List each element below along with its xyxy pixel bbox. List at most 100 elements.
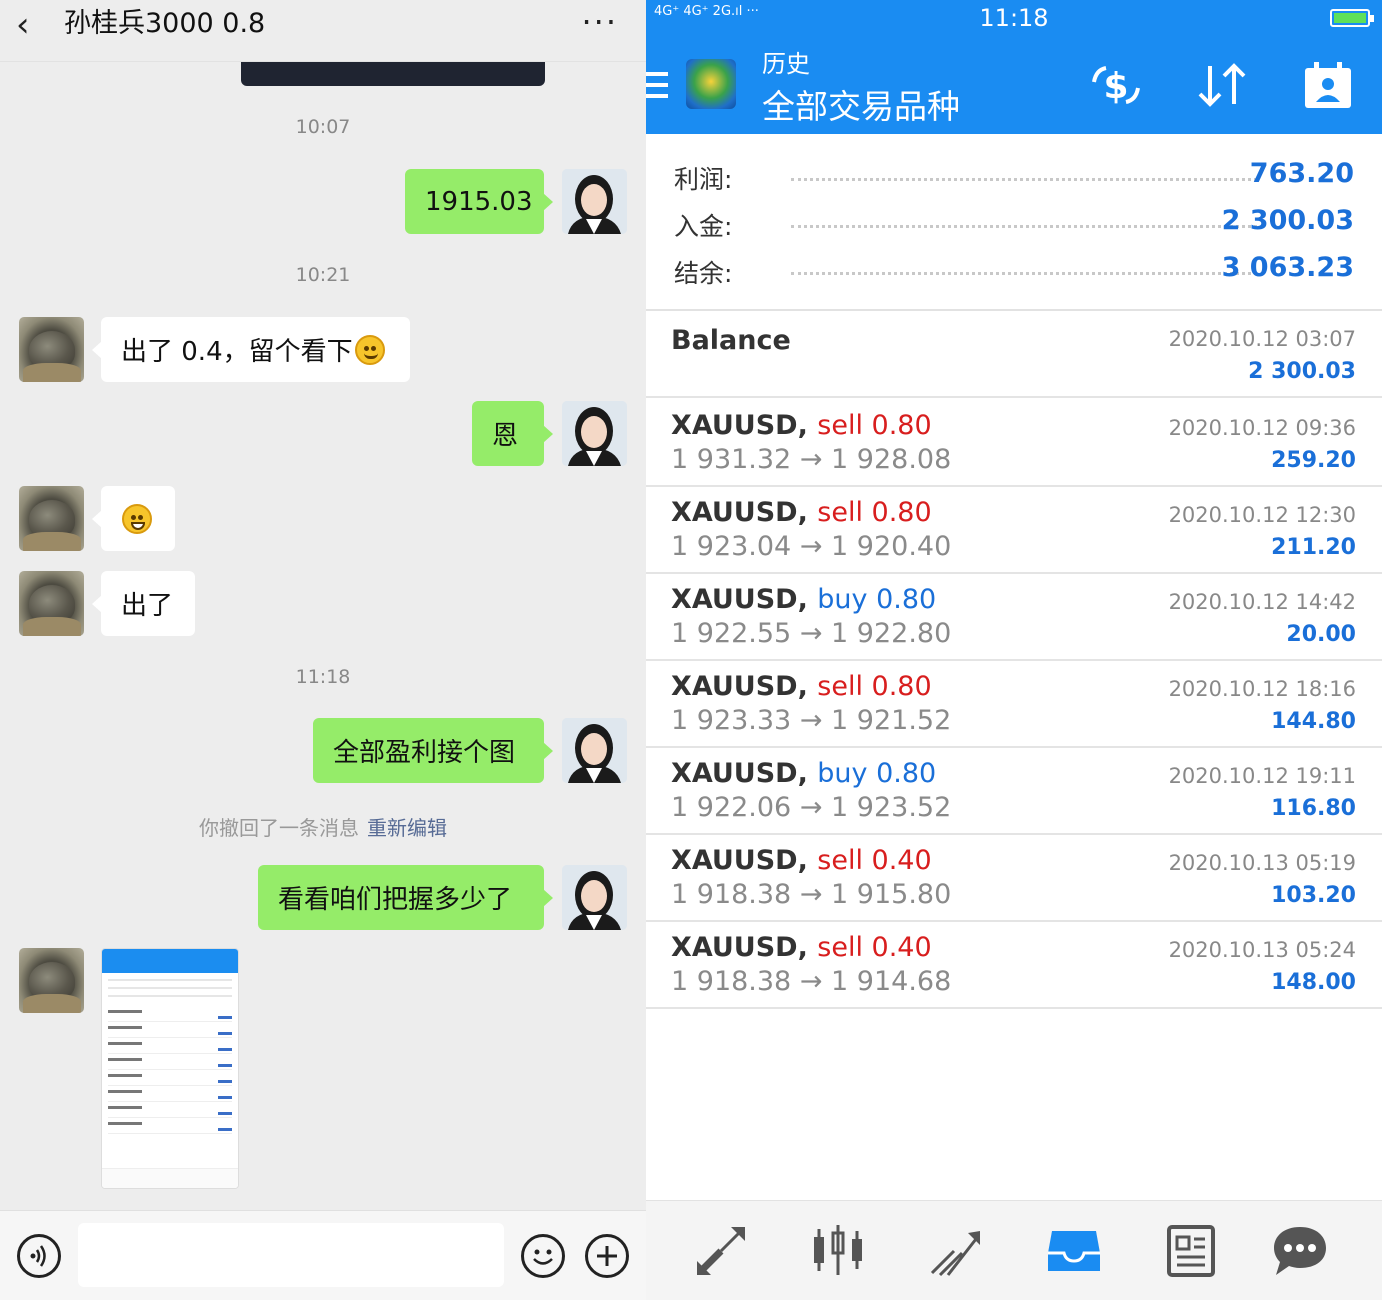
message-bubble-sent[interactable]: 看看咱们把握多少了 <box>258 865 553 930</box>
deal-symbol: XAUUSD, sell 0.40 <box>671 845 932 876</box>
summary-label: 利润: <box>674 165 733 194</box>
my-avatar[interactable] <box>562 401 627 466</box>
message-text: 出了 0.4，留个看下 <box>121 337 353 367</box>
recall-notice: 你撤回了一条消息 重新编辑 <box>0 812 646 841</box>
deal-profit: 103.20 <box>1271 883 1356 908</box>
deal-prices: 1 918.38 → 1 915.80 <box>671 879 952 910</box>
message-text: 全部盈利接个图 <box>333 738 516 768</box>
toolbar-subtitle: 历史 <box>762 50 810 78</box>
woman-portrait-icon <box>562 718 627 783</box>
deal-prices: 1 923.04 → 1 920.40 <box>671 531 952 562</box>
balance-row[interactable]: Balance 2020.10.12 03:07 2 300.03 <box>646 311 1382 398</box>
my-avatar[interactable] <box>562 718 627 783</box>
quotes-arrows-icon[interactable] <box>691 1223 751 1279</box>
currency-exchange-icon[interactable]: $ <box>1086 60 1146 110</box>
contact-avatar[interactable] <box>19 571 84 636</box>
app-logo-icon <box>686 59 736 109</box>
chat-bubble-icon[interactable] <box>1270 1223 1330 1279</box>
deal-prices: 1 931.32 → 1 928.08 <box>671 444 952 475</box>
status-time: 11:18 <box>979 4 1049 32</box>
summary-value: 2 300.03 <box>1221 205 1354 236</box>
deal-profit: 148.00 <box>1271 970 1356 995</box>
deal-direction: buy 0.80 <box>817 758 937 789</box>
message-bubble-sent[interactable]: 恩 <box>472 401 553 466</box>
deal-direction: sell 0.40 <box>817 845 932 876</box>
deal-time: 2020.10.12 12:30 <box>1168 503 1356 527</box>
hamburger-menu-icon[interactable] <box>646 72 668 102</box>
message-bubble-received[interactable]: 出了 <box>92 571 195 636</box>
message-input[interactable] <box>78 1223 504 1287</box>
candlestick-icon <box>814 1225 862 1275</box>
my-avatar[interactable] <box>562 169 627 234</box>
summary-value: 3 063.23 <box>1221 252 1354 283</box>
deal-profit: 20.00 <box>1286 622 1356 647</box>
deal-prices: 1 918.38 → 1 914.68 <box>671 966 952 997</box>
deal-prices: 1 922.55 → 1 922.80 <box>671 618 952 649</box>
history-inbox-icon[interactable] <box>1044 1223 1104 1279</box>
deal-time: 2020.10.12 09:36 <box>1168 416 1356 440</box>
more-options-icon[interactable]: ··· <box>581 4 618 40</box>
timestamp: 10:21 <box>295 264 351 286</box>
toolbar-title[interactable]: 全部交易品种 <box>762 80 960 128</box>
re-edit-link[interactable]: 重新编辑 <box>367 816 447 840</box>
screenshot-thumbnail[interactable] <box>101 948 239 1189</box>
voice-icon[interactable] <box>17 1234 61 1278</box>
smile-emoji-icon <box>354 334 385 365</box>
message-text: 恩 <box>492 421 519 451</box>
message-text: 看看咱们把握多少了 <box>278 885 513 915</box>
deal-row[interactable]: XAUUSD, buy 0.80 1 922.06 → 1 923.52 202… <box>646 748 1382 835</box>
deal-prices: 1 922.06 → 1 923.52 <box>671 792 952 823</box>
chart-candles-icon[interactable] <box>808 1223 868 1279</box>
back-chevron-icon[interactable]: ‹ <box>16 8 52 44</box>
balance-amount: 2 300.03 <box>1248 359 1356 384</box>
message-bubble-received[interactable]: 出了 0.4，留个看下 <box>92 317 410 382</box>
sort-icon[interactable] <box>1194 60 1250 110</box>
deal-direction: sell 0.80 <box>817 497 932 528</box>
deal-time: 2020.10.12 18:16 <box>1168 677 1356 701</box>
previous-image-fragment[interactable] <box>241 62 545 86</box>
deal-symbol: XAUUSD, buy 0.80 <box>671 584 937 615</box>
deal-time: 2020.10.12 03:07 <box>1168 327 1356 351</box>
grin-emoji-icon <box>122 503 152 534</box>
calendar-person-icon <box>1305 62 1351 108</box>
inbox-tray-icon <box>1048 1231 1100 1271</box>
deal-symbol: XAUUSD, buy 0.80 <box>671 758 937 789</box>
contact-avatar[interactable] <box>19 948 84 1013</box>
woman-portrait-icon <box>562 865 627 930</box>
plus-icon[interactable] <box>585 1234 629 1278</box>
calendar-user-icon[interactable] <box>1302 60 1354 110</box>
timestamp: 11:18 <box>295 666 351 688</box>
contact-avatar[interactable] <box>19 486 84 551</box>
message-bubble-sent[interactable]: 全部盈利接个图 <box>313 718 553 783</box>
emoji-icon[interactable] <box>521 1234 565 1278</box>
deal-direction: sell 0.80 <box>817 671 932 702</box>
message-bubble-received[interactable] <box>92 486 175 551</box>
deal-symbol: XAUUSD, sell 0.80 <box>671 671 932 702</box>
my-avatar[interactable] <box>562 865 627 930</box>
deal-row[interactable]: XAUUSD, sell 0.80 1 931.32 → 1 928.08 20… <box>646 400 1382 487</box>
dollar-arrows-icon: $ <box>1092 66 1140 107</box>
news-icon[interactable] <box>1161 1223 1221 1279</box>
deal-direction: buy 0.80 <box>817 584 937 615</box>
plus-sign-icon <box>597 1246 617 1266</box>
balance-label: Balance <box>671 325 791 356</box>
deal-row[interactable]: XAUUSD, sell 0.40 1 918.38 → 1 914.68 20… <box>646 922 1382 1009</box>
message-bubble-sent[interactable]: 1915.03 <box>405 169 553 234</box>
trend-arrow-icon <box>930 1231 980 1277</box>
summary-label: 结余: <box>674 259 733 288</box>
deal-profit: 116.80 <box>1271 796 1356 821</box>
summary-label: 入金: <box>674 212 733 241</box>
deal-row[interactable]: XAUUSD, sell 0.40 1 918.38 → 1 915.80 20… <box>646 835 1382 922</box>
deal-prices: 1 923.33 → 1 921.52 <box>671 705 952 736</box>
deal-time: 2020.10.13 05:24 <box>1168 938 1356 962</box>
contact-avatar[interactable] <box>19 317 84 382</box>
battery-icon <box>1330 9 1374 27</box>
sort-arrows-icon <box>1198 63 1246 107</box>
summary-profit: 利润: 763.20 <box>646 152 1382 198</box>
deal-profit: 259.20 <box>1271 448 1356 473</box>
deal-row[interactable]: XAUUSD, buy 0.80 1 922.55 → 1 922.80 202… <box>646 574 1382 661</box>
deal-row[interactable]: XAUUSD, sell 0.80 1 923.33 → 1 921.52 20… <box>646 661 1382 748</box>
deal-row[interactable]: XAUUSD, sell 0.80 1 923.04 → 1 920.40 20… <box>646 487 1382 574</box>
trade-icon[interactable] <box>926 1223 986 1279</box>
trading-history-panel: 4G⁺ 4G⁺ 2G.ıl ··· 11:18 历史 全部交易品种 $ 利润: … <box>646 0 1382 1300</box>
